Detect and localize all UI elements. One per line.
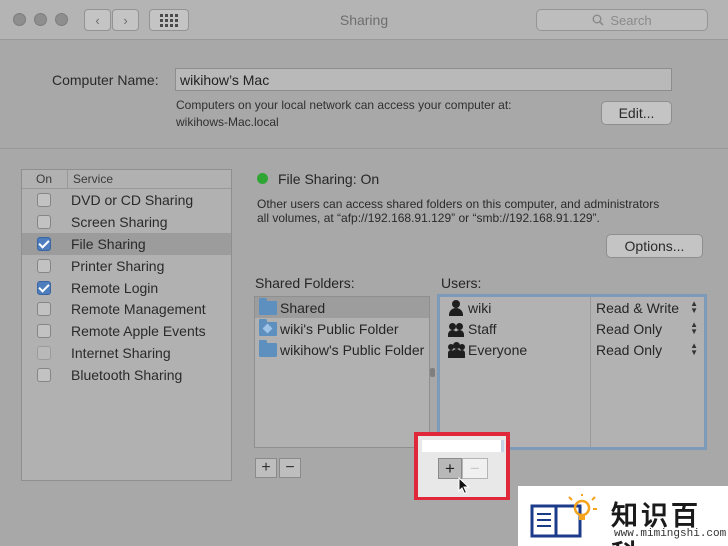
service-label: Remote Management: [71, 301, 206, 318]
add-shared-folder-button[interactable]: +: [255, 458, 277, 478]
service-checkbox[interactable]: [37, 346, 51, 361]
remove-user-button[interactable]: −: [462, 458, 488, 479]
service-list: On Service DVD or CD Sharing Screen Shari…: [21, 169, 232, 481]
shared-folder-row[interactable]: wikihow's Public Folder: [255, 339, 429, 360]
service-row[interactable]: File Sharing: [22, 232, 231, 255]
service-row[interactable]: Bluetooth Sharing: [22, 364, 231, 386]
service-row[interactable]: Screen Sharing: [22, 211, 231, 233]
group-icon: [448, 321, 464, 337]
split-view-handle[interactable]: [430, 368, 435, 377]
service-label: Screen Sharing: [71, 213, 168, 230]
service-row[interactable]: Remote Login: [22, 277, 231, 299]
column-header-on: On: [22, 170, 68, 188]
service-label: Printer Sharing: [71, 257, 165, 274]
service-checkbox[interactable]: [37, 214, 51, 229]
chevron-down-icon: ▼: [690, 327, 698, 336]
permission-popup[interactable]: Read Only: [590, 342, 704, 358]
shared-folder-label: Shared: [280, 299, 326, 316]
folder-icon: [259, 297, 277, 315]
divider: [0, 148, 728, 149]
shared-folders-list: Shared wiki's Public Folder wikihow's Publ…: [254, 296, 430, 448]
service-label: Remote Login: [71, 279, 159, 296]
stepper-arrows-icon: ▲ ▼: [690, 300, 698, 315]
column-header-service: Service: [73, 172, 114, 186]
service-checkbox[interactable]: [37, 324, 51, 339]
service-label: Bluetooth Sharing: [71, 367, 183, 384]
stepper-arrows-icon: ▲ ▼: [690, 342, 698, 357]
service-row[interactable]: Remote Management: [22, 298, 231, 320]
service-checkbox[interactable]: [37, 192, 51, 207]
service-row[interactable]: Remote Apple Events: [22, 320, 231, 342]
permission-popup[interactable]: Read Only: [590, 321, 704, 337]
user-name-cell: wiki: [440, 299, 590, 316]
service-rows: DVD or CD Sharing Screen Sharing File Shar…: [22, 189, 231, 386]
chevron-down-icon: ▼: [690, 306, 698, 315]
user-icon: [448, 299, 464, 316]
everyone-icon: [448, 341, 465, 358]
remove-shared-folder-button[interactable]: −: [279, 458, 301, 478]
service-list-header: On Service: [22, 170, 231, 189]
user-row[interactable]: Staff Read Only ▲ ▼: [440, 318, 704, 339]
service-label: Internet Sharing: [71, 345, 171, 362]
window-bottom: [0, 500, 518, 546]
logo-url: www.mimingshi.com: [614, 528, 727, 540]
shared-folder-row[interactable]: Shared: [255, 297, 429, 318]
computer-address-line2: wikihows-Mac.local: [176, 115, 279, 129]
service-checkbox[interactable]: [37, 258, 51, 273]
service-checkbox[interactable]: [37, 302, 51, 317]
search-placeholder: Search: [610, 12, 652, 28]
search-icon: [592, 14, 604, 26]
users-list: wiki Read & Write ▲ ▼ Staff Read Only ▲ ▼ Everyo…: [437, 294, 707, 450]
stepper-arrows-icon: ▲ ▼: [690, 321, 698, 336]
service-checkbox[interactable]: [37, 236, 51, 251]
permission-popup[interactable]: Read & Write: [590, 300, 704, 316]
service-checkbox[interactable]: [37, 280, 51, 295]
service-checkbox[interactable]: [37, 368, 51, 383]
computer-address-description: Computers on your local network can acce…: [176, 97, 586, 131]
file-sharing-description: Other users can access shared folders on…: [257, 197, 707, 225]
service-label: File Sharing: [71, 235, 146, 252]
folder-icon: [259, 339, 277, 357]
file-sharing-status: File Sharing: On: [278, 171, 380, 187]
chevron-down-icon: ▼: [690, 348, 698, 357]
users-list-bottom-edge: [422, 440, 504, 452]
computer-name-input[interactable]: wikihow’s Mac: [175, 68, 672, 91]
shared-folder-row[interactable]: wiki's Public Folder: [255, 318, 429, 339]
options-button[interactable]: Options...: [606, 234, 703, 258]
edit-button[interactable]: Edit...: [601, 101, 672, 125]
service-label: DVD or CD Sharing: [71, 191, 194, 208]
file-sharing-description-line1: Other users can access shared folders on…: [257, 197, 660, 211]
service-row[interactable]: Printer Sharing: [22, 255, 231, 277]
user-row[interactable]: wiki Read & Write ▲ ▼: [440, 297, 704, 318]
service-row[interactable]: Internet Sharing: [22, 342, 231, 364]
book-bulb-icon: [530, 494, 597, 538]
users-label: Users:: [441, 275, 482, 291]
shared-folder-label: wikihow's Public Folder: [280, 341, 425, 358]
user-name: Staff: [468, 320, 497, 337]
users-rows: wiki Read & Write ▲ ▼ Staff Read Only ▲ ▼ Everyo…: [440, 297, 704, 360]
status-indicator-icon: [257, 173, 268, 184]
user-name-cell: Staff: [440, 321, 590, 337]
shared-folders-label: Shared Folders:: [255, 275, 355, 291]
user-name: wiki: [468, 299, 492, 316]
computer-address-line1: Computers on your local network can acce…: [176, 98, 512, 112]
computer-name-label: Computer Name:: [52, 72, 159, 88]
add-user-button[interactable]: +: [438, 458, 462, 479]
shared-folder-label: wiki's Public Folder: [280, 320, 399, 337]
file-sharing-description-line2: all volumes, at “afp://192.168.91.129” o…: [257, 211, 600, 225]
user-row[interactable]: Everyone Read Only ▲ ▼: [440, 339, 704, 360]
service-row[interactable]: DVD or CD Sharing: [22, 189, 231, 211]
user-name-cell: Everyone: [440, 341, 590, 358]
watermark-logo: 知识百科 www.mimingshi.com: [518, 486, 728, 546]
public-folder-icon: [259, 318, 277, 336]
user-name: Everyone: [468, 341, 528, 358]
mouse-cursor-icon: [458, 477, 470, 495]
window-titlebar: ‹ › Sharing Search: [0, 0, 728, 40]
service-label: Remote Apple Events: [71, 323, 206, 340]
search-field[interactable]: Search: [536, 9, 708, 31]
